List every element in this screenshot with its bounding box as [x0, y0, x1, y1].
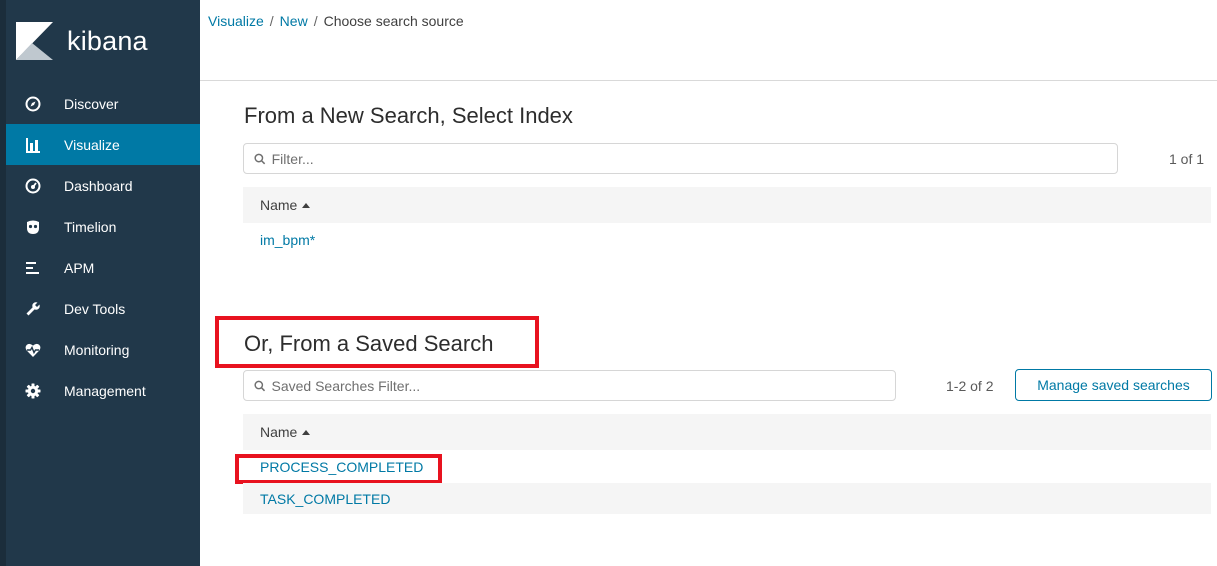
sidebar-item-timelion[interactable]: Timelion — [6, 206, 200, 247]
manage-saved-searches-button[interactable]: Manage saved searches — [1015, 369, 1212, 401]
sidebar-item-label: Discover — [64, 95, 119, 112]
sidebar-item-management[interactable]: Management — [6, 370, 200, 411]
saved-search-filter-input[interactable] — [271, 377, 895, 394]
breadcrumb: Visualize / New / Choose search source — [208, 13, 464, 29]
sidebar-item-label: Dev Tools — [64, 300, 126, 317]
sidebar-item-discover[interactable]: Discover — [6, 83, 200, 124]
index-count: 1 of 1 — [1169, 151, 1205, 167]
breadcrumb-separator: / — [269, 13, 274, 29]
saved-search-count: 1-2 of 2 — [946, 378, 994, 394]
dashboard-gauge-icon — [24, 177, 42, 195]
saved-search-title: Or, From a Saved Search — [244, 331, 494, 356]
sidebar-item-label: Visualize — [64, 136, 120, 153]
saved-search-filter[interactable] — [243, 370, 896, 401]
saved-search-table-header: Name — [243, 414, 1211, 450]
kibana-logo[interactable]: kibana — [16, 22, 148, 60]
new-search-title: From a New Search, Select Index — [244, 103, 573, 128]
timelion-mask-icon — [24, 218, 42, 236]
app-name: kibana — [67, 25, 148, 56]
apm-lines-icon — [24, 259, 42, 277]
sidebar-item-monitoring[interactable]: Monitoring — [6, 329, 200, 370]
index-table-header: Name — [243, 187, 1211, 223]
main-content: Visualize / New / Choose search source From … — [200, 0, 1217, 566]
breadcrumb-new[interactable]: New — [280, 13, 308, 29]
column-header-label: Name — [260, 197, 298, 213]
bar-chart-icon — [24, 136, 42, 154]
table-row: TASK_COMPLETED — [243, 483, 1211, 514]
sort-ascending-icon — [302, 203, 311, 208]
sidebar-item-apm[interactable]: APM — [6, 247, 200, 288]
sidebar-nav: Discover Visualize Dashboard Timelion AP… — [6, 83, 200, 411]
page-header: Visualize / New / Choose search source — [200, 0, 1217, 81]
compass-icon — [24, 95, 42, 113]
index-filter-input[interactable] — [271, 150, 1117, 167]
saved-search-link[interactable]: PROCESS_COMPLETED — [260, 459, 423, 475]
table-row: im_bpm* — [243, 224, 1211, 255]
sort-ascending-icon — [302, 430, 311, 435]
saved-search-link[interactable]: TASK_COMPLETED — [260, 491, 390, 507]
sidebar-item-label: Dashboard — [64, 177, 133, 194]
sidebar-item-label: APM — [64, 259, 95, 276]
sidebar-item-dashboard[interactable]: Dashboard — [6, 165, 200, 206]
sidebar-item-dev-tools[interactable]: Dev Tools — [6, 288, 200, 329]
sidebar-item-label: Management — [64, 382, 146, 399]
column-header-label: Name — [260, 424, 298, 440]
search-icon — [254, 153, 266, 164]
index-pattern-link[interactable]: im_bpm* — [260, 232, 315, 248]
breadcrumb-current: Choose search source — [323, 13, 464, 29]
name-column-header[interactable]: Name — [260, 197, 311, 213]
sidebar-item-label: Timelion — [64, 218, 117, 235]
search-icon — [254, 380, 266, 391]
name-column-header[interactable]: Name — [260, 424, 311, 440]
breadcrumb-visualize[interactable]: Visualize — [208, 13, 264, 29]
gear-icon — [24, 382, 42, 400]
sidebar-item-visualize[interactable]: Visualize — [6, 124, 200, 165]
sidebar: kibana Discover Visualize Dashboard Time… — [0, 0, 200, 566]
kibana-logo-icon — [16, 22, 53, 60]
index-filter[interactable] — [243, 143, 1118, 174]
table-row: PROCESS_COMPLETED — [243, 451, 1211, 482]
heartbeat-icon — [24, 341, 42, 359]
wrench-icon — [24, 300, 42, 318]
breadcrumb-separator: / — [313, 13, 318, 29]
sidebar-item-label: Monitoring — [64, 341, 130, 358]
